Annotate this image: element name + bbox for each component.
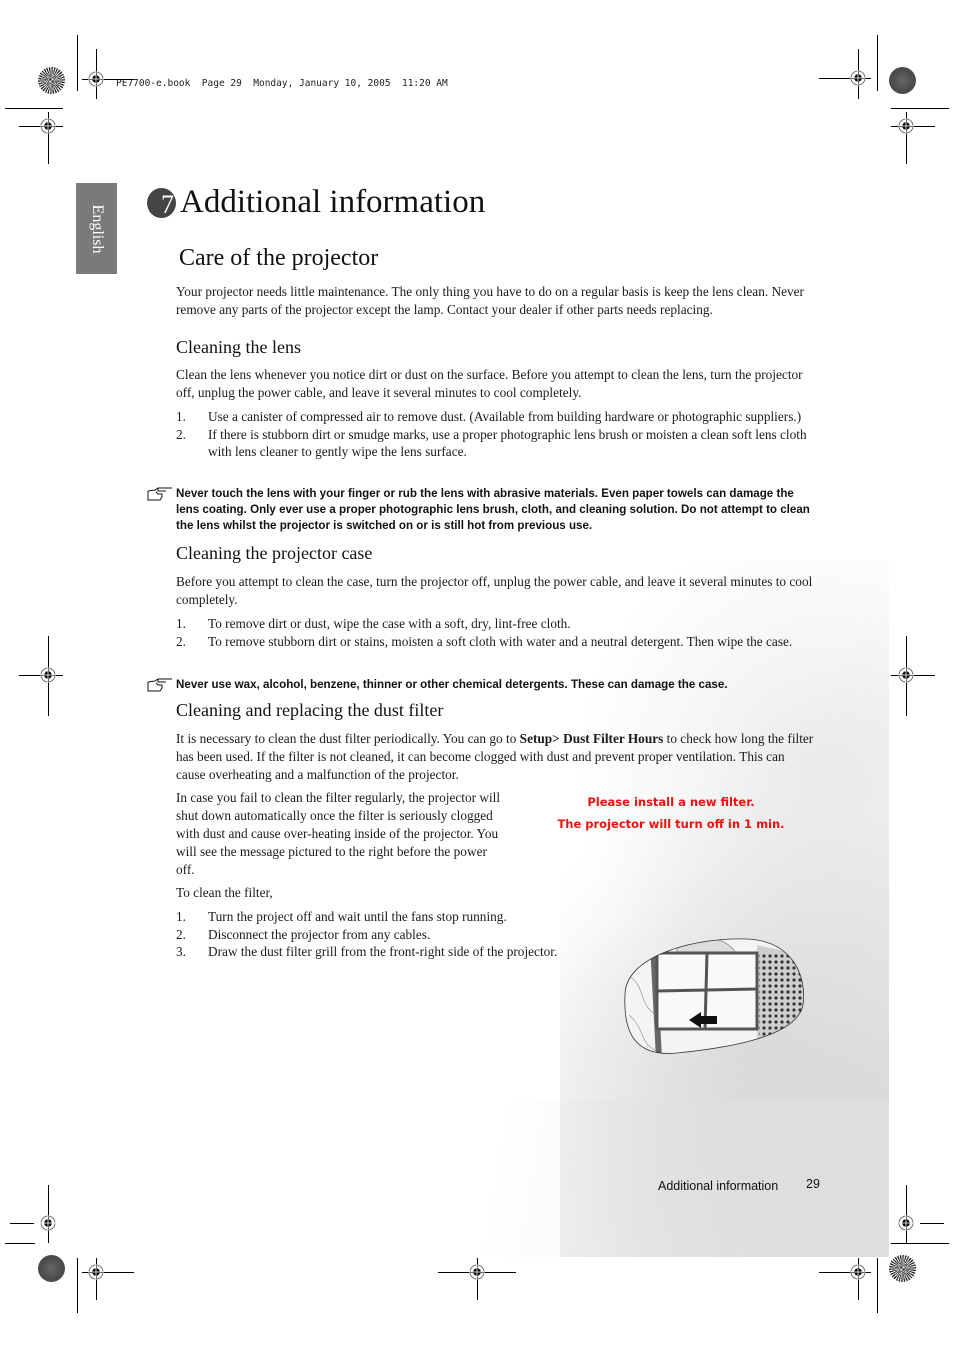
note-lens: Never touch the lens with your finger or… bbox=[146, 486, 816, 536]
step-text: Use a canister of compressed air to remo… bbox=[208, 409, 802, 424]
background-watermark-bottom bbox=[230, 1100, 889, 1257]
step-number: 2. bbox=[176, 926, 186, 942]
list-item: 2. To remove stubborn dirt or stains, moi… bbox=[176, 633, 816, 651]
language-tab-label: English bbox=[88, 204, 106, 253]
crop-line bbox=[77, 35, 78, 91]
gray-target-icon bbox=[38, 1255, 65, 1282]
heading-cleaning-case: Cleaning the projector case bbox=[176, 543, 373, 563]
crop-line bbox=[891, 1243, 949, 1244]
list-item: 1. Turn the project off and wait until th… bbox=[176, 908, 816, 926]
pointing-hand-icon bbox=[146, 487, 173, 501]
registration-mark-icon bbox=[898, 1215, 914, 1231]
page-number: 29 bbox=[806, 1177, 820, 1191]
note-text: Never use wax, alcohol, benzene, thinner… bbox=[176, 678, 728, 691]
crop-line bbox=[877, 35, 878, 91]
crop-line bbox=[5, 1243, 35, 1244]
cleaning-lens-intro: Clean the lens whenever you notice dirt … bbox=[176, 367, 803, 400]
step-number: 1. bbox=[176, 616, 186, 631]
crop-line bbox=[5, 108, 63, 109]
step-number: 1. bbox=[176, 409, 186, 424]
crop-line bbox=[877, 1258, 878, 1313]
crop-line bbox=[906, 1185, 907, 1243]
step-number: 2. bbox=[176, 633, 186, 649]
crop-line bbox=[891, 108, 949, 109]
registration-mark-icon bbox=[850, 70, 866, 86]
osd-message-line-1: Please install a new filter. bbox=[587, 795, 755, 809]
step-text: If there is stubborn dirt or smudge mark… bbox=[208, 426, 807, 460]
starburst-target-icon bbox=[38, 67, 65, 94]
heading-dust-filter: Cleaning and replacing the dust filter bbox=[176, 700, 444, 720]
crop-line bbox=[920, 1223, 944, 1224]
registration-mark-icon bbox=[850, 1264, 866, 1280]
registration-mark-icon bbox=[40, 118, 56, 134]
crop-line bbox=[48, 1185, 49, 1243]
step-number: 2. bbox=[176, 426, 186, 442]
note-text: Never touch the lens with your finger or… bbox=[176, 487, 810, 532]
note-case: Never use wax, alcohol, benzene, thinner… bbox=[146, 677, 816, 695]
starburst-target-icon bbox=[889, 1255, 916, 1282]
registration-mark-icon bbox=[898, 118, 914, 134]
chapter-title: Additional information bbox=[180, 184, 486, 220]
registration-mark-icon bbox=[469, 1264, 485, 1280]
step-text: Draw the dust filter grill from the fron… bbox=[208, 944, 558, 959]
step-text: To remove dirt or dust, wipe the case wi… bbox=[208, 616, 571, 631]
registration-mark-icon bbox=[898, 667, 914, 683]
list-item: 1. Use a canister of compressed air to re… bbox=[176, 408, 816, 426]
cleaning-lens-steps: 1. Use a canister of compressed air to re… bbox=[176, 408, 816, 461]
registration-mark-icon bbox=[88, 1264, 104, 1280]
section-intro: Your projector needs little maintenance.… bbox=[176, 284, 804, 317]
pointing-hand-icon bbox=[146, 678, 173, 692]
step-text: Turn the project off and wait until the … bbox=[208, 909, 507, 924]
intro-text: It is necessary to clean the dust filter… bbox=[176, 731, 520, 746]
menu-path: Setup> Dust Filter Hours bbox=[519, 731, 664, 746]
dust-filter-intro: It is necessary to clean the dust filter… bbox=[176, 730, 816, 784]
cleaning-case-steps: 1. To remove dirt or dust, wipe the case … bbox=[176, 615, 816, 650]
to-clean-label: To clean the filter, bbox=[176, 885, 273, 900]
step-text: Disconnect the projector from any cables… bbox=[208, 926, 431, 942]
heading-cleaning-lens: Cleaning the lens bbox=[176, 337, 301, 357]
section-title: Care of the projector bbox=[179, 245, 379, 271]
footer-chapter-title: Additional information bbox=[658, 1179, 779, 1193]
chapter-number-badge: 7 bbox=[147, 188, 176, 219]
step-text: To remove stubborn dirt or stains, moist… bbox=[208, 633, 793, 649]
registration-mark-icon bbox=[40, 667, 56, 683]
registration-mark-icon bbox=[40, 1215, 56, 1231]
dust-filter-illustration bbox=[617, 935, 807, 1057]
chapter-number: 7 bbox=[161, 190, 174, 219]
list-item: 2. If there is stubborn dirt or smudge ma… bbox=[176, 426, 816, 461]
language-tab: English bbox=[76, 183, 117, 274]
step-number: 3. bbox=[176, 944, 186, 959]
print-header: PE7700-e.book Page 29 Monday, January 10… bbox=[116, 78, 448, 89]
cleaning-case-intro: Before you attempt to clean the case, tu… bbox=[176, 574, 813, 607]
list-item: 1. To remove dirt or dust, wipe the case … bbox=[176, 615, 816, 633]
osd-message-line-2: The projector will turn off in 1 min. bbox=[557, 817, 785, 831]
crop-line bbox=[10, 1223, 34, 1224]
crop-line bbox=[77, 1258, 78, 1313]
registration-mark-icon bbox=[88, 71, 104, 87]
gray-target-icon bbox=[889, 67, 916, 94]
dust-filter-warning: In case you fail to clean the filter reg… bbox=[176, 790, 501, 877]
step-number: 1. bbox=[176, 909, 186, 924]
